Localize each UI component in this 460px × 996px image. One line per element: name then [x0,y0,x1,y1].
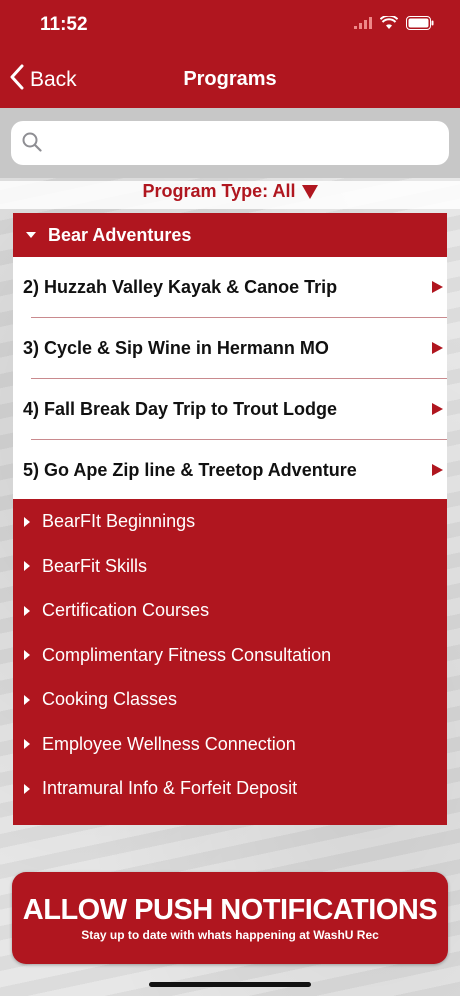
caret-right-icon [24,605,30,616]
category-item[interactable]: Intramural Info & Forfeit Deposit [13,767,447,812]
category-item[interactable]: Employee Wellness Connection [13,722,447,767]
top-bar: 11:52 Back Programs [0,0,460,108]
program-type-filter[interactable]: Program Type: All [0,181,460,209]
status-time: 11:52 [40,14,88,35]
category-item[interactable]: Cooking Classes [13,678,447,723]
list-item[interactable]: 4) Fall Break Day Trip to Trout Lodge [23,378,447,439]
search-input[interactable] [11,121,449,165]
caret-right-icon [24,783,30,794]
category-item[interactable]: BearFit Skills [13,544,447,589]
caret-right-icon [24,650,30,661]
category-item[interactable]: Certification Courses [13,589,447,634]
search-bar [0,108,460,178]
page-title: Programs [183,68,277,90]
group-title: Bear Adventures [48,224,192,245]
program-list: 2) Huzzah Valley Kayak & Canoe Trip 3) C… [13,257,447,499]
home-indicator [149,982,311,987]
program-type-label: Program Type: All [142,181,296,201]
category-item[interactable]: Complimentary Fitness Consultation [13,633,447,678]
list-item[interactable]: 3) Cycle & Sip Wine in Hermann MO [23,317,447,378]
list-item-label: 4) Fall Break Day Trip to Trout Lodge [23,398,338,419]
signal-icon [354,16,372,34]
battery-icon [406,15,434,35]
play-arrow-icon [432,403,443,415]
caret-right-icon [24,694,30,705]
play-arrow-icon [432,281,443,293]
search-icon [22,132,42,157]
list-item[interactable]: 2) Huzzah Valley Kayak & Canoe Trip [13,257,447,317]
wifi-icon [379,14,399,35]
list-item-label: 3) Cycle & Sip Wine in Hermann MO [23,337,329,358]
category-label: Complimentary Fitness Consultation [42,644,332,665]
push-title: ALLOW PUSH NOTIFICATIONS [22,894,438,926]
list-item-label: 5) Go Ape Zip line & Treetop Adventure [23,459,357,480]
allow-push-notifications-button[interactable]: ALLOW PUSH NOTIFICATIONS Stay up to date… [12,872,448,964]
category-label: Employee Wellness Connection [42,733,296,754]
caret-right-icon [24,561,30,572]
caret-right-icon [24,516,30,527]
category-label: Intramural Info & Forfeit Deposit [42,778,298,799]
caret-right-icon [24,739,30,750]
status-icons [354,14,434,36]
category-label: Certification Courses [42,600,210,621]
dropdown-triangle-icon [301,185,318,200]
category-label: BearFit Skills [42,555,148,576]
caret-down-icon [26,232,36,238]
category-label: Cooking Classes [42,689,178,710]
group-header-bear-adventures[interactable]: Bear Adventures [13,213,447,257]
push-subtitle: Stay up to date with whats happening at … [81,928,379,942]
list-item[interactable]: 5) Go Ape Zip line & Treetop Adventure [23,439,447,500]
category-list: BearFIt Beginnings BearFit Skills Certif… [13,499,447,825]
list-item-label: 2) Huzzah Valley Kayak & Canoe Trip [23,276,338,297]
play-arrow-icon [432,464,443,476]
category-item[interactable]: BearFIt Beginnings [13,500,447,545]
category-label: BearFIt Beginnings [42,511,196,532]
play-arrow-icon [432,342,443,354]
